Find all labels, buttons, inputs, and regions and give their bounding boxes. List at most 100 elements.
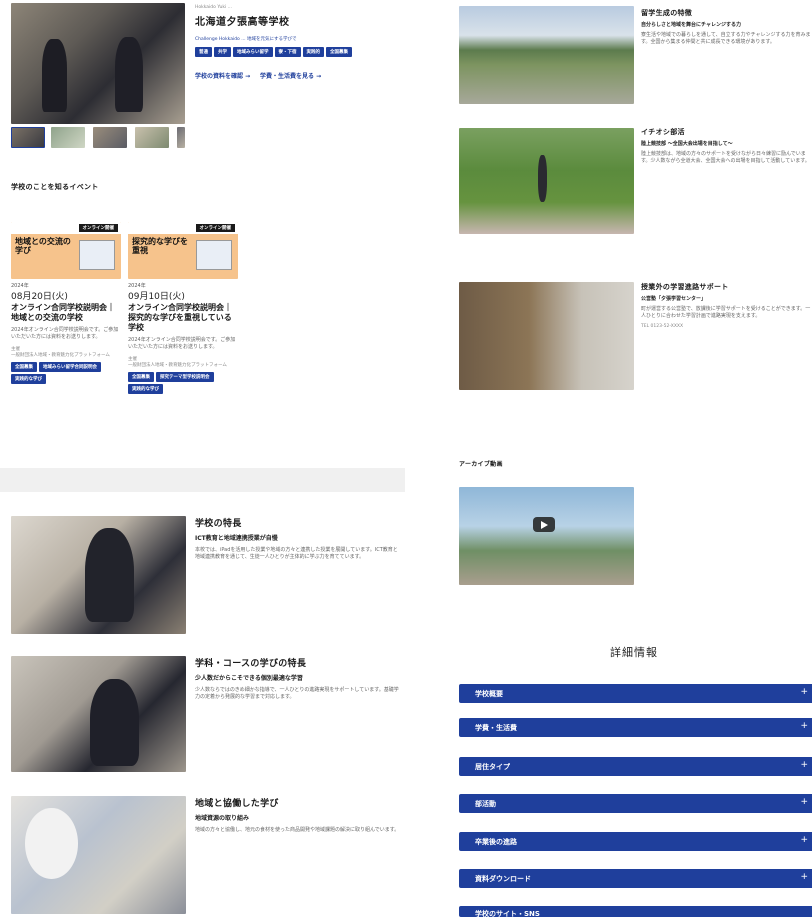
feature-text: 地域の方々と協働し、地元の食材を使った商品開発や地域課題の解決に取り組んでいます… (195, 827, 400, 833)
event-title[interactable]: オンライン合同学校説明会｜地域との交流の学校 (11, 303, 121, 323)
feature-title: 学校の特長 (195, 519, 242, 529)
accordion-label: 卒業後の進路 (475, 838, 517, 846)
event-desc: 2024年オンライン合同学校説明会です。ご参加いただいた方には資料をお送りします… (128, 337, 236, 350)
feature-title: 学科・コースの学びの特長 (195, 659, 307, 669)
accordion-item[interactable]: 卒業後の進路 + (459, 832, 812, 851)
event-badge: オンライン開催 (78, 224, 118, 232)
school-tags: 普通 共学 地域みらい留学 寮・下宿 実践的 全国募集 (195, 47, 355, 59)
event-image-text: 地域との交流の学び (15, 237, 71, 255)
school-tag[interactable]: 全国募集 (326, 47, 352, 57)
event-tag[interactable]: 全国募集 (128, 372, 154, 382)
event-card[interactable]: オンライン開催 探究的な学びを重視 2024年 09月10日(火) オンライン合… (128, 222, 238, 396)
feature-block: 学校の特長 ICT教育と地域連携授業が自慢 本校では、iPadを活用した授業や地… (195, 516, 400, 561)
accordion-label: 学費・生活費 (475, 724, 517, 732)
accordion-item[interactable]: 部活動 + (459, 794, 812, 813)
feature-text: 少人数ならではのきめ細かな指導で、一人ひとりの進路実現をサポートしています。基礎… (195, 687, 399, 700)
event-image: オンライン開催 探究的な学びを重視 (128, 222, 238, 279)
event-badge: オンライン開催 (195, 224, 235, 232)
accordion-label: 学校概要 (475, 690, 503, 698)
events-heading: 学校のことを知るイベント (11, 183, 99, 191)
gallery-thumb[interactable] (177, 127, 185, 148)
feature-title: 留学生成の特徴 (641, 9, 693, 17)
feature-photo (11, 796, 186, 914)
school-cost-link[interactable]: 学費・生活費を見る → (260, 73, 321, 80)
feature-title: 地域と協働した学び (195, 799, 279, 809)
event-desc: 2024年オンライン合同学校説明会です。ご参加いただいた方には資料をお送りします… (11, 327, 119, 340)
feature-photo (459, 6, 634, 104)
event-org: 一般財団法人地域・教育魅力化プラットフォーム (11, 353, 110, 358)
accordion-label: 資料ダウンロード (475, 875, 531, 883)
feature-block: 学科・コースの学びの特長 少人数だからこそできる個別最適な学習 少人数ならではの… (195, 656, 400, 701)
event-tag[interactable]: 探究テーマ型学校説明会 (156, 372, 214, 382)
event-tag[interactable]: 実践的な学び (11, 374, 46, 384)
play-icon[interactable] (533, 517, 555, 532)
plus-icon[interactable]: + (800, 872, 808, 882)
gallery-thumb[interactable] (11, 127, 45, 148)
plus-icon[interactable]: + (800, 687, 808, 697)
gallery-thumb[interactable] (135, 127, 169, 148)
event-year: 2024年 (128, 283, 146, 289)
accordion-item[interactable]: 学費・生活費 + (459, 718, 812, 737)
event-date: 09月10日(火) (128, 292, 185, 302)
gallery-thumb[interactable] (51, 127, 85, 148)
plus-icon[interactable]: + (800, 835, 808, 845)
accordion-label: 居住タイプ (475, 763, 510, 771)
feature-sub: 公営塾「夕張学習センター」 (641, 296, 707, 302)
section-divider (0, 468, 405, 492)
school-name: 北海道夕張高等学校 (195, 17, 290, 28)
details-heading: 詳細情報 (610, 646, 658, 659)
event-org: 一般財団法人地域・教育魅力化プラットフォーム (128, 363, 227, 368)
archive-heading: アーカイブ動画 (459, 461, 503, 468)
feature-block: 留学生成の特徴 自分らしさと地域を舞台にチャレンジする力 寮生活や地域での暮らし… (641, 8, 811, 46)
accordion-item[interactable]: 学校概要 + (459, 684, 812, 703)
feature-block: 授業外の学習進路サポート 公営塾「夕張学習センター」 町が運営する公営塾で、放課… (641, 282, 811, 329)
plus-icon[interactable]: + (800, 760, 808, 770)
school-tag[interactable]: 地域みらい留学 (233, 47, 273, 57)
event-date: 08月20日(火) (11, 292, 68, 302)
accordion-label: 学校のサイト・SNS (475, 910, 540, 917)
school-tag[interactable]: 共学 (214, 47, 231, 57)
feature-photo (459, 128, 634, 234)
archive-video-thumb[interactable] (459, 487, 634, 585)
feature-sub: 地域資源の取り組み (195, 815, 250, 822)
school-info: Hokkaido Yuki ... 北海道夕張高等学校 Challenge Ho… (195, 5, 395, 80)
event-tag[interactable]: 地域みらい留学合同説明会 (39, 362, 101, 372)
feature-text: 町が運営する公営塾で、放課後に学習サポートを受けることができます。一人ひとりに合… (641, 306, 811, 319)
event-title[interactable]: オンライン合同学校説明会｜探究的な学びを重視している学校 (128, 303, 238, 333)
feature-text: 本校では、iPadを活用した授業や地域の方々と連携した授業を展開しています。IC… (195, 547, 398, 560)
plus-icon[interactable]: + (800, 721, 808, 731)
feature-sub: 陸上競技部 〜全国大会出場を目指して〜 (641, 141, 733, 147)
feature-block: イチオシ部活 陸上競技部 〜全国大会出場を目指して〜 陸上競技部は、地域の方々の… (641, 127, 811, 165)
school-kicker: Hokkaido Yuki ... (195, 5, 232, 10)
feature-text: 寮生活や地域での暮らしを通して、自立する力やチャレンジする力を育みます。全国から… (641, 32, 811, 45)
feature-text: 陸上競技部は、地域の方々のサポートを受けながら日々練習に励んでいます。少人数なが… (641, 151, 810, 164)
accordion-label: 部活動 (475, 800, 496, 808)
feature-contact: TEL 0123-52-XXXX (641, 324, 684, 329)
feature-sub: 少人数だからこそできる個別最適な学習 (195, 675, 303, 682)
feature-photo (11, 656, 186, 772)
feature-photo (11, 516, 186, 634)
accordion-item[interactable]: 居住タイプ + (459, 757, 812, 776)
event-tag[interactable]: 実践的な学び (128, 384, 163, 394)
feature-sub: ICT教育と地域連携授業が自慢 (195, 535, 278, 542)
accordion-item[interactable]: 資料ダウンロード + (459, 869, 812, 888)
school-brochure-link[interactable]: 学校の資料を確認 → (195, 73, 250, 80)
feature-title: 授業外の学習進路サポート (641, 283, 729, 291)
gallery-thumb[interactable] (93, 127, 127, 148)
feature-sub: 自分らしさと地域を舞台にチャレンジする力 (641, 22, 741, 28)
accordion-item[interactable]: 学校のサイト・SNS (459, 906, 812, 917)
feature-block: 地域と協働した学び 地域資源の取り組み 地域の方々と協働し、地元の食材を使った商… (195, 796, 400, 834)
school-catch: Challenge Hokkaido ... 地域を元気にする学びで (195, 37, 297, 42)
feature-title: イチオシ部活 (641, 128, 685, 136)
school-tag[interactable]: 普通 (195, 47, 212, 57)
plus-icon[interactable]: + (800, 797, 808, 807)
feature-photo (459, 282, 634, 390)
event-year: 2024年 (11, 283, 29, 289)
school-tag[interactable]: 実践的 (302, 47, 324, 57)
event-image: オンライン開催 地域との交流の学び (11, 222, 121, 279)
school-tag[interactable]: 寮・下宿 (274, 47, 301, 57)
event-tag[interactable]: 全国募集 (11, 362, 37, 372)
event-card[interactable]: オンライン開催 地域との交流の学び 2024年 08月20日(火) オンライン合… (11, 222, 121, 386)
event-image-text: 探究的な学びを重視 (132, 237, 188, 255)
school-hero-photo (11, 3, 185, 124)
